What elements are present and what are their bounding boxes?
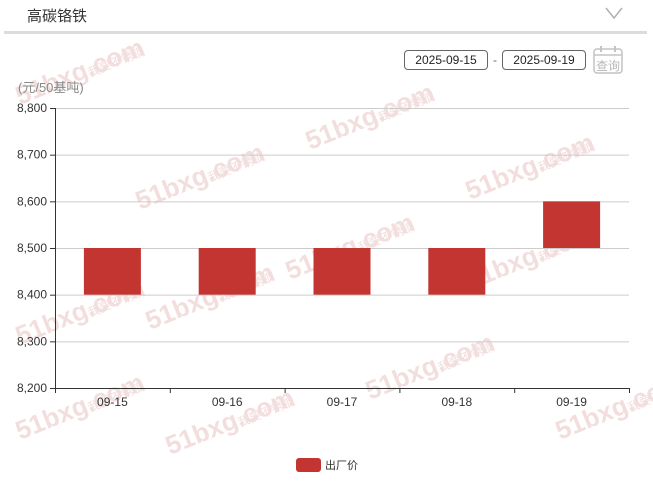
watermark-text: 51bxg.com (461, 127, 598, 206)
y-tick-label: 8,800 (17, 101, 47, 115)
x-tick-label: 09-17 (327, 395, 358, 409)
y-tick-label: 8,200 (17, 381, 47, 395)
y-axis-title: (元/50基吨) (18, 80, 84, 95)
x-tick-label: 09-18 (441, 395, 472, 409)
legend-swatch (296, 458, 321, 472)
legend-label: 出厂价 (325, 458, 358, 472)
y-tick-label: 8,500 (17, 241, 47, 255)
y-tick-label: 8,300 (17, 334, 47, 348)
price-chart: 51bxg.com我要不锈钢51bxg.com我要不锈钢51bxg.com我要不… (11, 32, 653, 472)
watermark-text: 51bxg.com (161, 382, 298, 461)
bar (428, 248, 486, 295)
bar (313, 248, 371, 295)
watermark-text: 51bxg.com (301, 77, 438, 156)
watermark-text: 51bxg.com (131, 137, 268, 216)
bar (198, 248, 256, 295)
bar (543, 201, 601, 248)
y-tick-label: 8,600 (17, 194, 47, 208)
watermark-text: 51bxg.com (361, 327, 498, 406)
x-tick-label: 09-19 (556, 395, 587, 409)
x-tick-label: 09-15 (97, 395, 128, 409)
bar (83, 248, 141, 295)
x-tick-label: 09-16 (212, 395, 243, 409)
y-tick-label: 8,400 (17, 288, 47, 302)
watermark-text: 51bxg.com (11, 32, 148, 111)
y-tick-label: 8,700 (17, 148, 47, 162)
legend[interactable]: 出厂价 (296, 458, 358, 472)
